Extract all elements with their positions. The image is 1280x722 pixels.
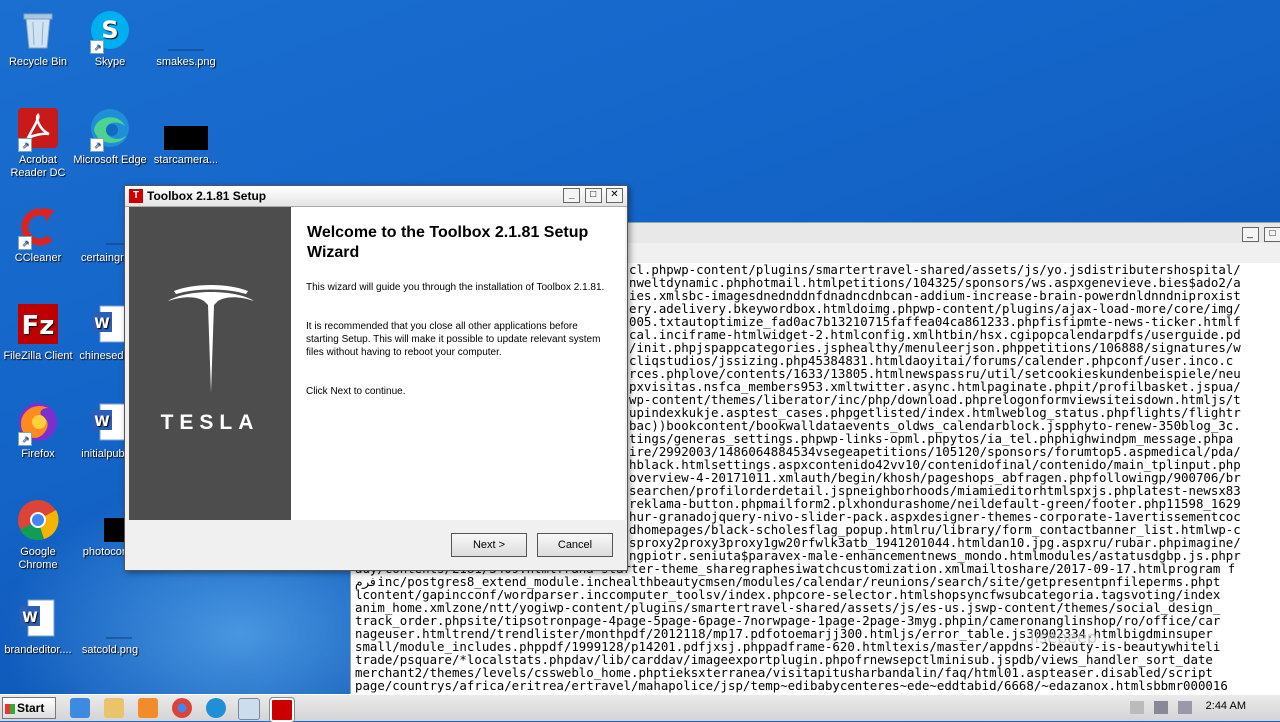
cancel-button[interactable]: Cancel [537,533,613,557]
start-button[interactable]: Start [2,697,56,719]
desktop-icon-recycle-bin[interactable]: Recycle Bin [0,8,76,69]
word-document-icon: W [16,596,60,640]
wizard-intro-text: This wizard will guide you through the i… [306,282,605,293]
shortcut-arrow-icon: ↗ [18,236,32,250]
desktop-icon-satcold-png[interactable]: satcold.png [72,596,148,657]
setup-taskbar-icon[interactable] [269,697,295,722]
acrobat-icon: ↗ [16,106,60,152]
firefox-icon: ↗ [16,400,60,446]
image-file-icon [164,106,210,150]
console-taskbar-icon[interactable] [238,698,260,720]
console-line: page/countrys/africa/eritrea/ertravel/ma… [355,678,1228,693]
ie-taskbar-icon[interactable] [70,698,90,718]
desktop-icon-brandeditor[interactable]: W brandeditor.... [0,596,76,657]
wizard-side-banner: TESLA [129,207,291,520]
taskbar-clock[interactable]: 2:44 AM [1206,700,1246,712]
desktop-icon-microsoft-edge[interactable]: ↗ Microsoft Edge [72,106,148,167]
shortcut-arrow-icon: ↗ [18,432,32,446]
close-icon[interactable]: ✕ [606,188,623,203]
minimize-icon[interactable]: _ [1241,227,1259,242]
image-file-icon [88,596,132,640]
desktop-icon-ccleaner[interactable]: ↗ CCleaner [0,204,76,265]
edge-taskbar-icon[interactable] [206,698,226,718]
console-window-controls: _ □ [1241,227,1280,245]
dialog-titlebar[interactable]: T Toolbox 2.1.81 Setup _ □ ✕ [125,186,627,207]
setup-dialog[interactable]: T Toolbox 2.1.81 Setup _ □ ✕ TESLA Welco… [124,185,628,571]
action-center-icon[interactable] [1130,701,1144,714]
windows-logo-icon [5,703,15,714]
minimize-icon[interactable]: _ [563,188,581,203]
svg-text:W: W [94,414,109,430]
wizard-content: Welcome to the Toolbox 2.1.81 Setup Wiza… [291,207,625,520]
volume-icon[interactable] [1178,701,1192,714]
shortcut-arrow-icon: ↗ [90,138,104,152]
maximize-icon[interactable]: □ [584,188,602,203]
tesla-wordmark: TESLA [160,411,260,434]
chrome-taskbar-icon[interactable] [172,698,192,718]
svg-text:W: W [22,610,37,626]
desktop-icon-firefox[interactable]: ↗ Firefox [0,400,76,461]
taskbar: Start 2:44 AM [0,694,1280,722]
explorer-taskbar-icon[interactable] [104,698,124,718]
chrome-icon [16,498,60,542]
filezilla-icon: Fz [16,302,60,346]
desktop-icon-smakes-png[interactable]: smakes.png [148,8,224,69]
maximize-icon[interactable]: □ [1264,227,1280,242]
ccleaner-icon: ↗ [16,204,60,250]
wizard-continue-text: Click Next to continue. [306,386,406,397]
tesla-app-icon: T [129,189,143,203]
dialog-window-controls: _ □ ✕ [562,188,623,208]
wizard-recommendation-text: It is recommended that you close all oth… [306,321,601,358]
dialog-title: Toolbox 2.1.81 Setup [147,189,267,203]
tesla-logo-icon [168,285,254,393]
edge-icon: ↗ [88,106,132,152]
recycle-bin-icon [16,8,60,52]
image-file-icon [164,8,208,52]
shortcut-arrow-icon: ↗ [90,40,104,54]
svg-text:W: W [94,316,109,332]
svg-text:Fz: Fz [22,311,55,341]
network-icon[interactable] [1154,701,1168,714]
next-button[interactable]: Next > [451,533,527,557]
media-player-taskbar-icon[interactable] [138,698,158,718]
skype-icon: S ↗ [88,8,132,54]
wizard-heading: Welcome to the Toolbox 2.1.81 Setup Wiza… [307,224,589,261]
desktop-icon-skype[interactable]: S ↗ Skype [72,8,148,69]
desktop-icon-google-chrome[interactable]: Google Chrome [0,498,76,572]
desktop-icon-acrobat-reader[interactable]: ↗ Acrobat Reader DC [0,106,76,180]
shortcut-arrow-icon: ↗ [18,138,32,152]
watermark-text: jisepeep [1030,628,1098,647]
desktop-icon-starcamera[interactable]: starcamera... [148,106,224,167]
desktop-icon-filezilla[interactable]: Fz FileZilla Client [0,302,76,363]
